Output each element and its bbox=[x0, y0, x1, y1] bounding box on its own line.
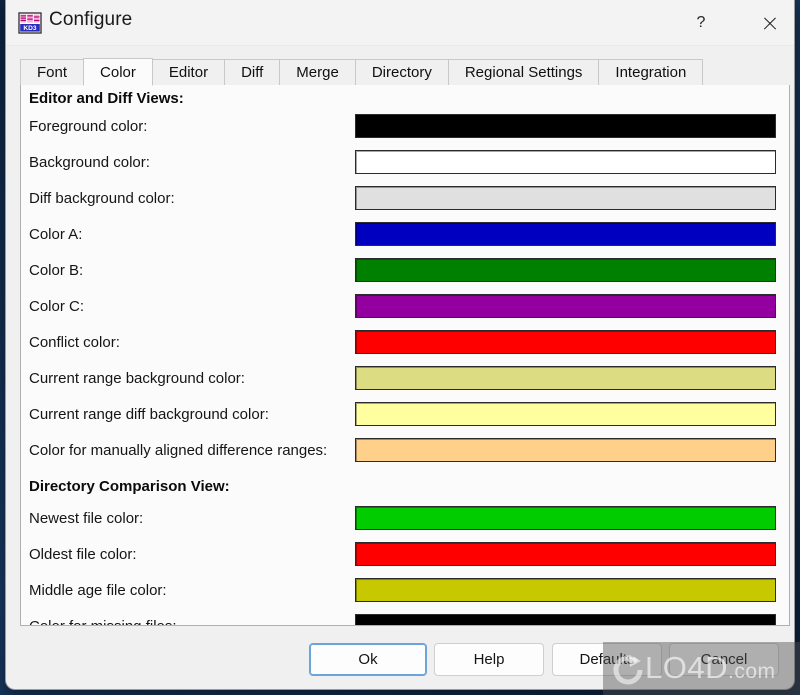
tab-integration[interactable]: Integration bbox=[598, 59, 704, 86]
swatch-color-manually-aligned-ranges[interactable] bbox=[352, 435, 779, 465]
swatch-color-b[interactable] bbox=[352, 255, 779, 285]
color-preview bbox=[355, 294, 776, 318]
color-preview bbox=[355, 438, 776, 462]
tab-color[interactable]: Color bbox=[83, 58, 153, 86]
label-conflict-color: Conflict color: bbox=[29, 334, 120, 351]
color-preview bbox=[355, 506, 776, 530]
tab-strip: Font Color Editor Diff Merge Directory R… bbox=[20, 58, 790, 86]
help-button[interactable]: ? bbox=[678, 0, 724, 46]
dialog-button-bar: Ok Help Defaults Cancel bbox=[6, 634, 794, 689]
label-color-c: Color C: bbox=[29, 298, 85, 315]
swatch-color-a[interactable] bbox=[352, 219, 779, 249]
color-preview bbox=[355, 614, 776, 625]
ok-button[interactable]: Ok bbox=[309, 643, 427, 676]
cancel-button[interactable]: Cancel bbox=[669, 643, 779, 676]
label-color-a: Color A: bbox=[29, 226, 83, 243]
label-diff-background-color: Diff background color: bbox=[29, 190, 175, 207]
color-preview bbox=[355, 222, 776, 246]
tab-diff[interactable]: Diff bbox=[224, 59, 281, 86]
color-preview bbox=[355, 330, 776, 354]
close-button[interactable] bbox=[746, 0, 792, 46]
label-color-for-missing-files: Color for missing files: bbox=[29, 618, 177, 625]
defaults-button[interactable]: Defaults bbox=[552, 643, 662, 676]
color-preview bbox=[355, 114, 776, 138]
question-mark-icon: ? bbox=[696, 14, 706, 31]
close-icon bbox=[762, 16, 777, 31]
tab-regional-settings[interactable]: Regional Settings bbox=[447, 59, 600, 86]
tab-strip-filler bbox=[702, 59, 790, 86]
window-title: Configure bbox=[49, 9, 133, 30]
color-preview bbox=[355, 578, 776, 602]
label-middle-age-file-color: Middle age file color: bbox=[29, 582, 167, 599]
swatch-current-range-background-color[interactable] bbox=[352, 363, 779, 393]
swatch-foreground-color[interactable] bbox=[352, 111, 779, 141]
tab-editor[interactable]: Editor bbox=[151, 59, 226, 86]
swatch-color-c[interactable] bbox=[352, 291, 779, 321]
tab-font[interactable]: Font bbox=[20, 59, 85, 86]
swatch-diff-background-color[interactable] bbox=[352, 183, 779, 213]
color-settings-pane: Editor and Diff Views: Foreground color:… bbox=[20, 85, 790, 626]
swatch-color-for-missing-files[interactable] bbox=[352, 611, 779, 625]
label-background-color: Background color: bbox=[29, 154, 150, 171]
color-preview bbox=[355, 366, 776, 390]
section-heading-directory-comparison-view: Directory Comparison View: bbox=[29, 478, 230, 495]
section-heading-editor-and-diff-views: Editor and Diff Views: bbox=[29, 90, 184, 107]
tab-merge[interactable]: Merge bbox=[279, 59, 356, 86]
swatch-newest-file-color[interactable] bbox=[352, 503, 779, 533]
swatch-background-color[interactable] bbox=[352, 147, 779, 177]
color-preview bbox=[355, 186, 776, 210]
title-bar: KD3 Configure ? bbox=[6, 0, 794, 46]
color-preview bbox=[355, 542, 776, 566]
swatch-conflict-color[interactable] bbox=[352, 327, 779, 357]
swatch-oldest-file-color[interactable] bbox=[352, 539, 779, 569]
label-current-range-background-color: Current range background color: bbox=[29, 370, 245, 387]
svg-text:KD3: KD3 bbox=[23, 25, 37, 32]
configure-dialog-window: KD3 Configure ? Font Color Editor Diff M… bbox=[6, 0, 794, 689]
tab-directory[interactable]: Directory bbox=[354, 59, 449, 86]
swatch-current-range-diff-background-color[interactable] bbox=[352, 399, 779, 429]
color-preview bbox=[355, 258, 776, 282]
color-preview bbox=[355, 150, 776, 174]
color-preview bbox=[355, 402, 776, 426]
swatch-middle-age-file-color[interactable] bbox=[352, 575, 779, 605]
label-oldest-file-color: Oldest file color: bbox=[29, 546, 137, 563]
label-color-b: Color B: bbox=[29, 262, 84, 279]
label-newest-file-color: Newest file color: bbox=[29, 510, 144, 527]
help-button[interactable]: Help bbox=[434, 643, 544, 676]
label-color-manually-aligned-ranges: Color for manually aligned difference ra… bbox=[29, 442, 328, 459]
label-current-range-diff-background-color: Current range diff background color: bbox=[29, 406, 269, 423]
kdiff3-app-icon: KD3 bbox=[18, 11, 42, 35]
label-foreground-color: Foreground color: bbox=[29, 118, 148, 135]
